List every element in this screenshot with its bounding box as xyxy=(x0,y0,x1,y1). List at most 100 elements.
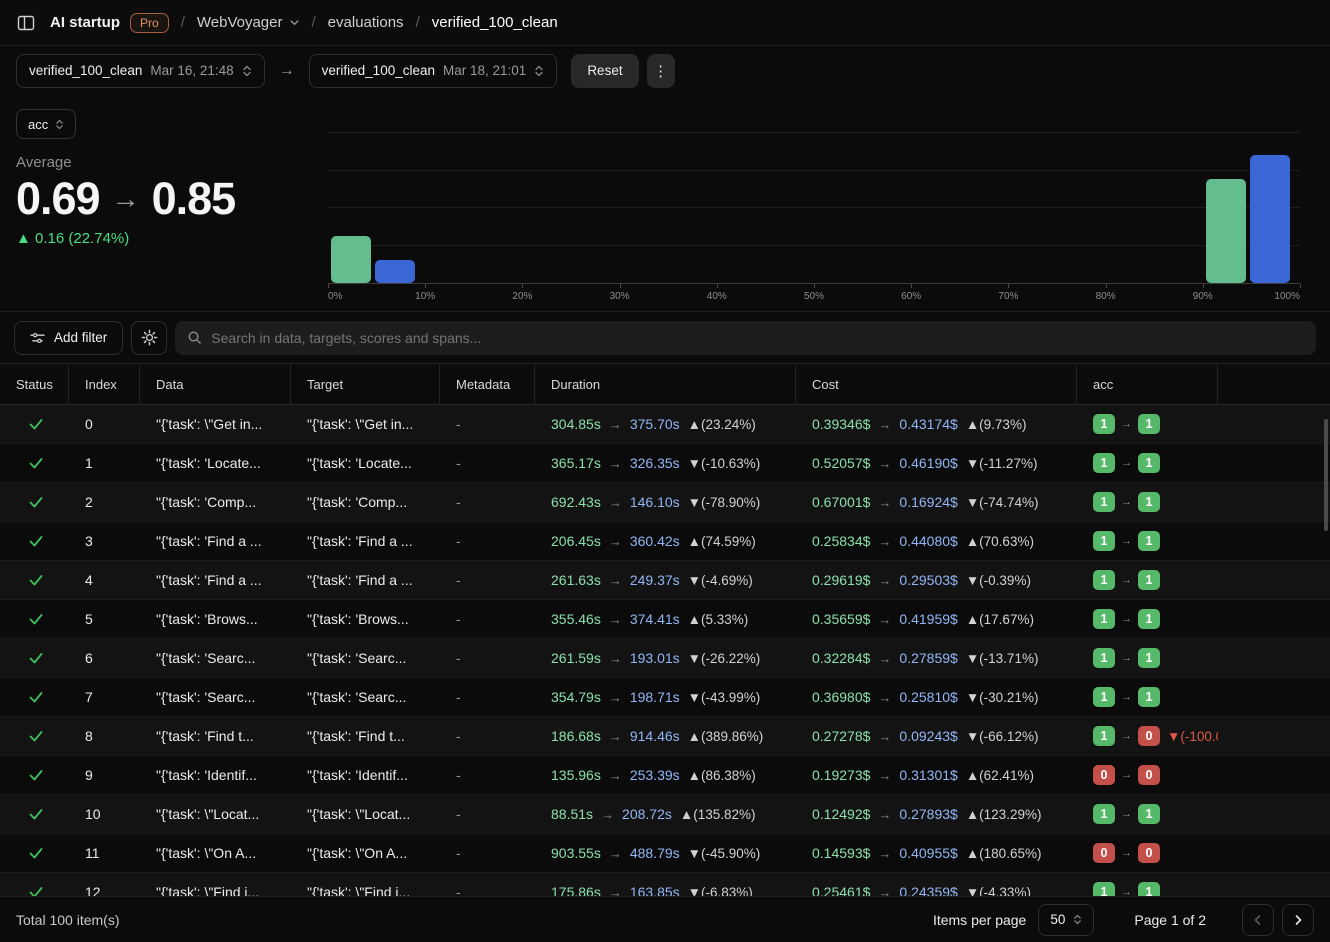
table-row[interactable]: 0"{'task': \"Get in..."{'task': \"Get in… xyxy=(0,405,1330,444)
cell-acc: 0→0 xyxy=(1077,756,1218,794)
score-badge: 0 xyxy=(1138,765,1160,785)
check-icon xyxy=(28,533,44,549)
arrow-icon: → xyxy=(878,729,891,744)
score-badge: 1 xyxy=(1138,531,1160,551)
delta-percent: ▼(-6.83%) xyxy=(688,885,753,897)
chart-gridline xyxy=(328,132,1300,133)
check-icon xyxy=(28,767,44,783)
value-before: 0.14593$ xyxy=(812,845,870,861)
value-after: 0.27859$ xyxy=(899,650,957,666)
value-before: 354.79s xyxy=(551,689,601,705)
value-before: 0.32284$ xyxy=(812,650,870,666)
delta-percent: ▼(-10.63%) xyxy=(688,456,761,471)
next-page-button[interactable] xyxy=(1282,904,1314,936)
score-badge: 1 xyxy=(1093,726,1115,746)
delta-percent: ▼(-4.33%) xyxy=(966,885,1031,897)
column-header-Duration[interactable]: Duration xyxy=(535,364,796,404)
delta-percent: ▼(-74.74%) xyxy=(966,495,1039,510)
page-indicator: Page 1 of 2 xyxy=(1134,912,1206,928)
cell-data: "{'task': 'Searc... xyxy=(140,678,291,716)
cell-index: 6 xyxy=(69,639,140,677)
table-row[interactable]: 6"{'task': 'Searc..."{'task': 'Searc...-… xyxy=(0,639,1330,678)
check-icon xyxy=(28,494,44,510)
breadcrumb-separator: / xyxy=(312,14,316,31)
cell-metadata: - xyxy=(440,561,535,599)
cell-metadata: - xyxy=(440,795,535,833)
arrow-icon: → xyxy=(878,885,891,897)
axis-tick xyxy=(911,284,912,288)
arrow-icon: → xyxy=(878,495,891,510)
updown-chevron-icon xyxy=(534,64,544,78)
column-header-Data[interactable]: Data xyxy=(140,364,291,404)
table-row[interactable]: 3"{'task': 'Find a ..."{'task': 'Find a … xyxy=(0,522,1330,561)
vertical-scrollbar[interactable] xyxy=(1324,419,1328,531)
cell-data: "{'task': 'Searc... xyxy=(140,639,291,677)
add-filter-button[interactable]: Add filter xyxy=(14,321,123,355)
cell-data: "{'task': 'Find a ... xyxy=(140,561,291,599)
reset-button[interactable]: Reset xyxy=(571,54,638,88)
histogram-bar[interactable] xyxy=(1206,179,1246,283)
cell-metadata: - xyxy=(440,405,535,443)
table-row[interactable]: 9"{'task': 'Identif..."{'task': 'Identif… xyxy=(0,756,1330,795)
column-header-acc[interactable]: acc xyxy=(1077,364,1218,404)
cell-duration: 692.43s→146.10s▼(-78.90%) xyxy=(535,483,796,521)
table-row[interactable]: 8"{'task': 'Find t..."{'task': 'Find t..… xyxy=(0,717,1330,756)
column-header-Status[interactable]: Status xyxy=(0,364,69,404)
table-row[interactable]: 12"{'task': \"Find i..."{'task': \"Find … xyxy=(0,873,1330,896)
settings-button[interactable] xyxy=(131,321,167,355)
cell-acc: 1→1 xyxy=(1077,561,1218,599)
breadcrumb-project[interactable]: WebVoyager xyxy=(197,14,300,31)
cell-index: 2 xyxy=(69,483,140,521)
arrow-icon: → xyxy=(1121,574,1132,586)
items-per-page-select[interactable]: 50 xyxy=(1038,904,1094,936)
table-row[interactable]: 10"{'task': \"Locat..."{'task': \"Locat.… xyxy=(0,795,1330,834)
cell-metadata: - xyxy=(440,444,535,482)
score-badge: 0 xyxy=(1093,843,1115,863)
compared-run-select[interactable]: verified_100_clean Mar 18, 21:01 xyxy=(309,54,558,88)
workspace-name[interactable]: AI startup xyxy=(50,14,120,31)
breadcrumb-section[interactable]: evaluations xyxy=(328,14,404,31)
histogram-bar[interactable] xyxy=(1250,155,1290,283)
table-row[interactable]: 7"{'task': 'Searc..."{'task': 'Searc...-… xyxy=(0,678,1330,717)
axis-tick xyxy=(620,284,621,288)
value-before: 0.12492$ xyxy=(812,806,870,822)
histogram-bar[interactable] xyxy=(375,260,415,283)
average-delta: ▲ 0.16 (22.74%) xyxy=(16,230,325,247)
table-row[interactable]: 4"{'task': 'Find a ..."{'task': 'Find a … xyxy=(0,561,1330,600)
score-badge: 1 xyxy=(1138,648,1160,668)
arrow-icon: → xyxy=(609,846,622,861)
arrow-icon: → xyxy=(601,807,614,822)
table-row[interactable]: 11"{'task': \"On A..."{'task': \"On A...… xyxy=(0,834,1330,873)
cell-metadata: - xyxy=(440,678,535,716)
histogram-bar[interactable] xyxy=(331,236,371,283)
cell-target: "{'task': 'Find t... xyxy=(291,717,440,755)
column-header-Metadata[interactable]: Metadata xyxy=(440,364,535,404)
table-row[interactable]: 2"{'task': 'Comp..."{'task': 'Comp...-69… xyxy=(0,483,1330,522)
more-options-button[interactable]: ⋮ xyxy=(647,54,675,88)
arrow-icon: → xyxy=(609,417,622,432)
total-items-label: Total 100 item(s) xyxy=(16,912,119,928)
baseline-run-select[interactable]: verified_100_clean Mar 16, 21:48 xyxy=(16,54,265,88)
table-row[interactable]: 5"{'task': 'Brows..."{'task': 'Brows...-… xyxy=(0,600,1330,639)
search-input[interactable] xyxy=(211,330,1304,346)
value-after: 360.42s xyxy=(630,533,680,549)
axis-tick-label: 40% xyxy=(707,291,727,302)
column-header-Target[interactable]: Target xyxy=(291,364,440,404)
cell-duration: 135.96s→253.39s▲(86.38%) xyxy=(535,756,796,794)
previous-page-button[interactable] xyxy=(1242,904,1274,936)
delta-percent: ▼(-11.27%) xyxy=(966,456,1038,471)
cell-cost: 0.25834$→0.44080$▲(70.63%) xyxy=(796,522,1077,560)
items-per-page-label: Items per page xyxy=(933,912,1026,928)
breadcrumb-current-page: verified_100_clean xyxy=(432,14,558,31)
column-header-Index[interactable]: Index xyxy=(69,364,140,404)
search-bar[interactable] xyxy=(175,321,1316,355)
breadcrumb-separator: / xyxy=(181,14,185,31)
metric-select[interactable]: acc xyxy=(16,109,76,139)
cell-acc: 1→1 xyxy=(1077,678,1218,716)
axis-tick-label: 10% xyxy=(415,291,435,302)
column-header-Cost[interactable]: Cost xyxy=(796,364,1077,404)
sidebar-toggle-icon[interactable] xyxy=(16,13,36,33)
value-before: 0.39346$ xyxy=(812,416,870,432)
cell-index: 5 xyxy=(69,600,140,638)
table-row[interactable]: 1"{'task': 'Locate..."{'task': 'Locate..… xyxy=(0,444,1330,483)
